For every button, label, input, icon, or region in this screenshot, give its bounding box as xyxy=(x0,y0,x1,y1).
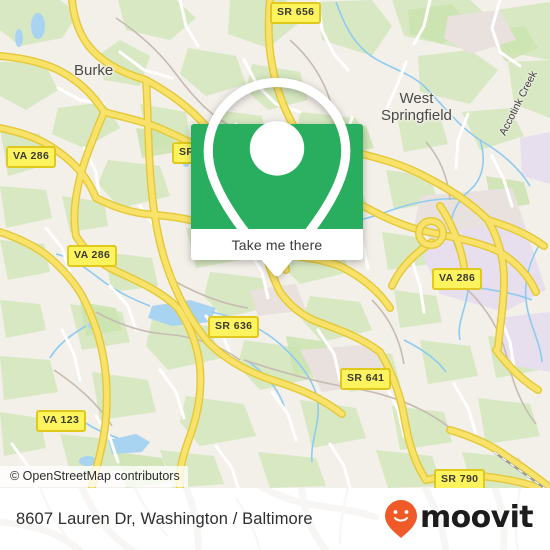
place-label-burke: Burke xyxy=(74,62,114,79)
map-canvas[interactable]: Burke West Springfield Accotink Creek SR… xyxy=(0,0,550,488)
road-shield-va-286-nw: VA 286 xyxy=(6,146,57,168)
road-shield-va-123: VA 123 xyxy=(36,410,87,432)
moovit-wordmark: moovit xyxy=(419,500,534,535)
map-attribution[interactable]: © OpenStreetMap contributors xyxy=(0,466,188,487)
destination-popup[interactable]: Take me there xyxy=(191,77,363,276)
popup-image-panel xyxy=(191,77,363,276)
road-shield-va-286-e: VA 286 xyxy=(432,268,483,290)
popup-pointer xyxy=(268,260,286,272)
moovit-pin-smiley-icon xyxy=(384,500,417,538)
place-label-line-1: West xyxy=(399,90,434,107)
road-shield-sr-790: SR 790 xyxy=(434,469,486,488)
place-label-west-springfield: West Springfield xyxy=(381,90,452,124)
popup-action-bar[interactable]: Take me there xyxy=(191,229,363,272)
place-label-line-2: Springfield xyxy=(381,107,452,124)
moovit-logo[interactable]: moovit xyxy=(384,488,534,550)
take-me-there-label: Take me there xyxy=(231,236,323,253)
bottom-info-bar: 8607 Lauren Dr, Washington / Baltimore m… xyxy=(0,488,550,550)
road-shield-va-286-w: VA 286 xyxy=(67,245,118,267)
moovit-map-screen: Burke West Springfield Accotink Creek SR… xyxy=(0,0,550,550)
address-label: 8607 Lauren Dr, Washington / Baltimore xyxy=(16,509,313,528)
map-pin-icon xyxy=(203,77,351,276)
